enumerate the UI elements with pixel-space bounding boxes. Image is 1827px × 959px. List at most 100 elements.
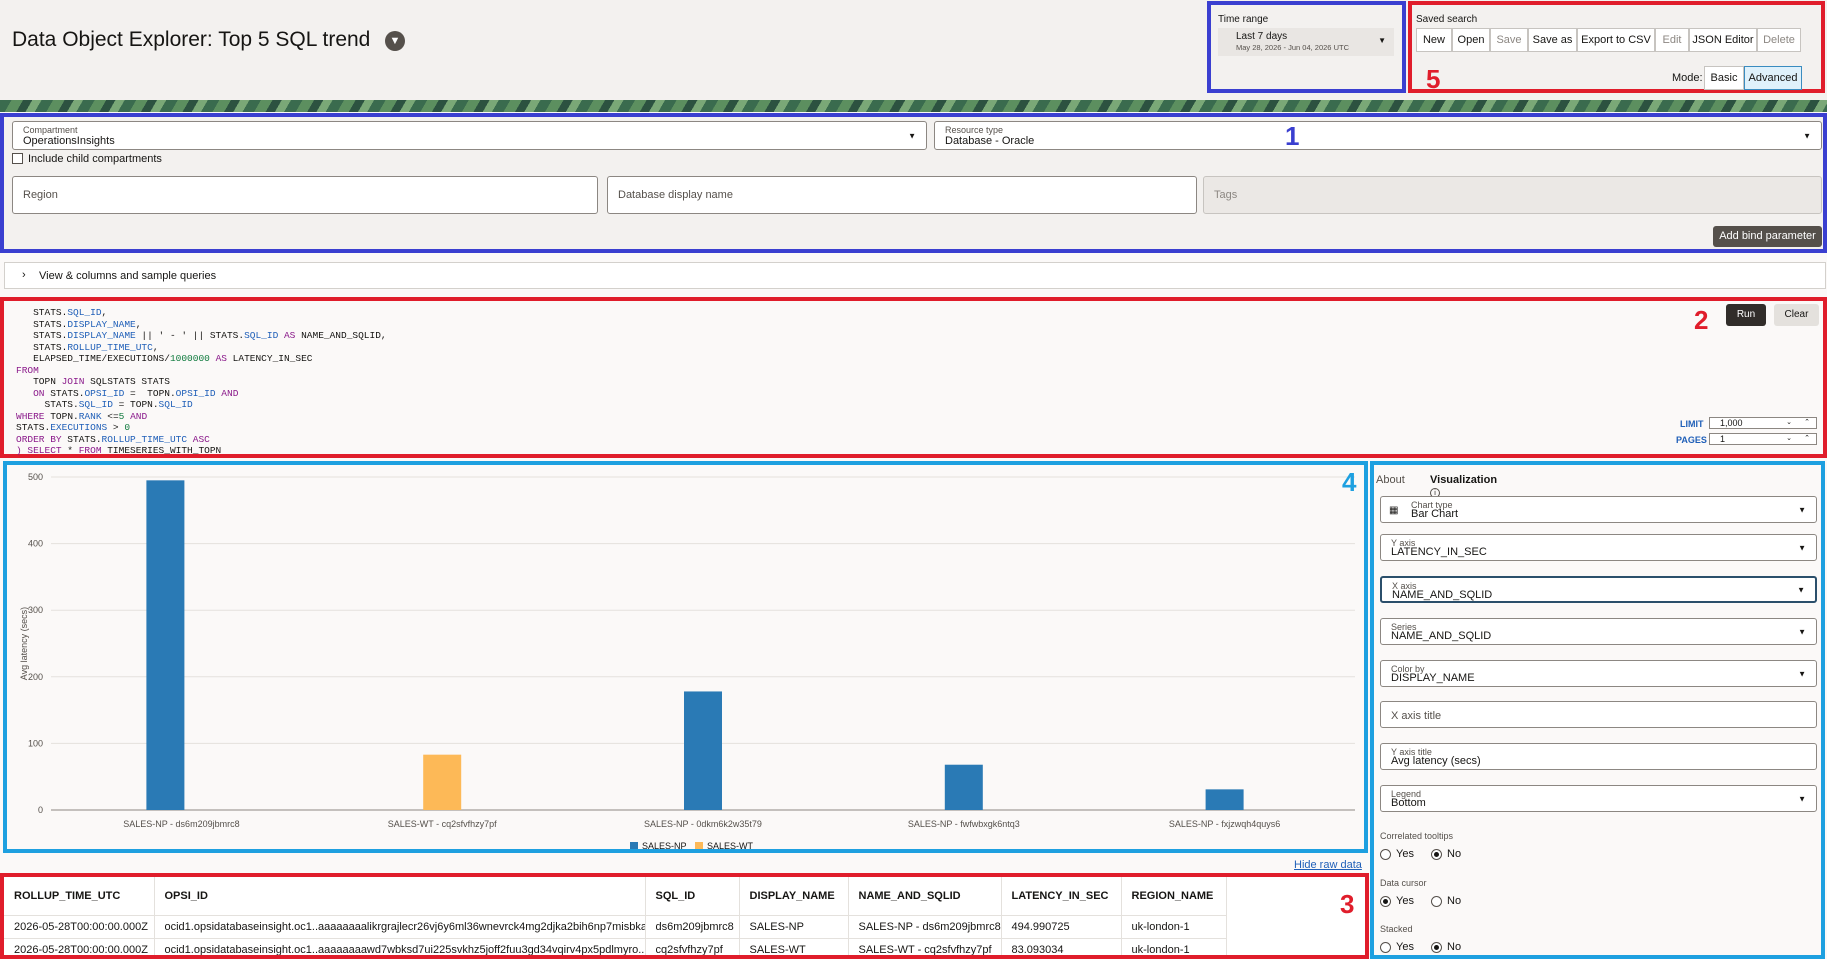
- yes-label: Yes: [1396, 895, 1414, 907]
- y-axis-title-input[interactable]: Y axis title Avg latency (secs): [1380, 743, 1817, 770]
- legend-select[interactable]: Legend Bottom ▼: [1380, 785, 1817, 812]
- y-tick-label: 0: [38, 805, 43, 815]
- raw-data-table: ROLLUP_TIME_UTC OPSI_ID SQL_ID DISPLAY_NAME…: [4, 877, 1227, 955]
- stacked-no-radio[interactable]: [1431, 941, 1443, 953]
- time-range-select[interactable]: Last 7 days May 28, 2026 - Jun 04, 2026 …: [1218, 28, 1394, 56]
- annotation-3: 3: [1340, 889, 1355, 919]
- column-header[interactable]: DISPLAY_NAME: [739, 877, 849, 915]
- x-axis-select[interactable]: X axis NAME_AND_SQLID ▼: [1380, 576, 1817, 603]
- pages-input[interactable]: 1 ⌄ ⌃: [1709, 433, 1817, 445]
- column-header[interactable]: NAME_AND_SQLID: [848, 877, 1002, 915]
- database-name-input[interactable]: Database display name: [607, 176, 1197, 214]
- stacked-radio: Yes No: [1380, 941, 1461, 953]
- time-range-value: Last 7 days: [1236, 31, 1288, 42]
- column-header[interactable]: ROLLUP_TIME_UTC: [4, 877, 155, 915]
- table-cell: SALES-NP - ds6m209jbmrc8: [848, 914, 1002, 938]
- bar[interactable]: [146, 480, 185, 810]
- save-button[interactable]: Save: [1490, 28, 1528, 52]
- edit-button[interactable]: Edit: [1655, 28, 1689, 52]
- sql-query-editor[interactable]: STATS.SQL_ID, STATS.DISPLAY_NAME, STATS.…: [16, 307, 387, 457]
- add-bind-parameter-button[interactable]: Add bind parameter: [1713, 226, 1822, 247]
- no-label: No: [1447, 941, 1462, 953]
- x-tick-label: SALES-NP - 0dkm6k2w35t79: [644, 819, 762, 829]
- delete-button[interactable]: Delete: [1757, 28, 1801, 52]
- limit-label: LIMIT: [1680, 419, 1704, 429]
- clear-button[interactable]: Clear: [1774, 304, 1819, 326]
- annotation-1: 1: [1285, 121, 1300, 151]
- chevron-up-icon[interactable]: ⌃: [1804, 418, 1810, 428]
- x-axis-title-placeholder: X axis title: [1391, 710, 1442, 722]
- export-csv-button[interactable]: Export to CSV: [1577, 28, 1655, 52]
- table-cell: SALES-WT: [739, 937, 849, 955]
- bar[interactable]: [684, 691, 722, 810]
- bar[interactable]: [1205, 789, 1244, 810]
- y-axis-select[interactable]: Y axis LATENCY_IN_SEC ▼: [1380, 534, 1817, 561]
- stacked-yes-radio[interactable]: [1380, 941, 1391, 953]
- table-cell: cq2sfvfhzy7pf: [645, 937, 740, 955]
- color-by-select[interactable]: Color by DISPLAY_NAME ▼: [1380, 660, 1817, 687]
- chevron-down-icon: ▼: [908, 131, 916, 140]
- table-cell: 2026-05-28T00:00:00.000Z: [4, 914, 155, 938]
- filter-icon[interactable]: ▼: [385, 31, 405, 51]
- bar-chart[interactable]: 0 100 200 300 400 500 Avg latency (secs) SALES-…: [7, 465, 1364, 849]
- data-cursor-label: Data cursor: [1380, 878, 1427, 888]
- resource-type-value: Database - Oracle: [945, 135, 1035, 147]
- chevron-down-icon[interactable]: ⌄: [1786, 418, 1792, 428]
- correlated-no-radio[interactable]: [1431, 848, 1443, 860]
- no-label: No: [1447, 895, 1462, 907]
- new-button[interactable]: New: [1416, 28, 1452, 52]
- mode-advanced-button[interactable]: Advanced: [1744, 66, 1802, 90]
- chevron-up-icon[interactable]: ⌃: [1804, 434, 1810, 444]
- json-editor-button[interactable]: JSON Editor: [1689, 28, 1757, 52]
- query-editor-panel: STATS.SQL_ID, STATS.DISPLAY_NAME, STATS.…: [0, 297, 1827, 458]
- bar[interactable]: [944, 764, 983, 810]
- x-tick-label: SALES-NP - fxjzwqh4quys6: [1169, 819, 1280, 829]
- color-by-value: DISPLAY_NAME: [1391, 672, 1475, 684]
- table-header-row: ROLLUP_TIME_UTC OPSI_ID SQL_ID DISPLAY_NAME…: [4, 877, 1227, 915]
- x-tick-label: SALES-NP - fwfwbxgk6ntq3: [908, 819, 1020, 829]
- run-button[interactable]: Run: [1726, 304, 1766, 326]
- table-cell: 494.990725: [1001, 914, 1122, 938]
- y-axis-title-value: Avg latency (secs): [1391, 755, 1481, 767]
- chevron-down-icon: ▼: [1798, 543, 1806, 552]
- save-as-button[interactable]: Save as: [1528, 28, 1577, 52]
- limit-input[interactable]: 1,000 ⌄ ⌃: [1709, 417, 1817, 429]
- column-header[interactable]: LATENCY_IN_SEC: [1001, 877, 1122, 915]
- x-axis-title-input[interactable]: X axis title: [1380, 701, 1817, 728]
- y-tick-label: 300: [28, 605, 43, 615]
- include-child-label: Include child compartments: [28, 153, 162, 165]
- include-child-checkbox[interactable]: [12, 153, 23, 164]
- column-header[interactable]: SQL_ID: [645, 877, 740, 915]
- view-columns-label: View & columns and sample queries: [39, 270, 217, 282]
- series-value: NAME_AND_SQLID: [1391, 630, 1492, 642]
- series-select[interactable]: Series NAME_AND_SQLID ▼: [1380, 618, 1817, 645]
- bar[interactable]: [423, 754, 462, 810]
- resource-type-select[interactable]: Resource type Database - Oracle ▼: [934, 121, 1822, 150]
- mode-label: Mode:: [1672, 72, 1703, 84]
- compartment-select[interactable]: Compartment OperationsInsights ▼: [12, 121, 927, 150]
- tab-about[interactable]: About: [1376, 474, 1405, 486]
- column-header[interactable]: REGION_NAME: [1121, 877, 1227, 915]
- no-label: No: [1447, 848, 1462, 860]
- data-cursor-no-radio[interactable]: [1431, 895, 1443, 907]
- raw-data-panel: ROLLUP_TIME_UTC OPSI_ID SQL_ID DISPLAY_NAME…: [0, 873, 1369, 959]
- chevron-down-icon[interactable]: ⌄: [1786, 434, 1792, 444]
- table-row[interactable]: 2026-05-28T00:00:00.000Z ocid1.opsidataba…: [4, 914, 1227, 938]
- data-cursor-yes-radio[interactable]: [1380, 895, 1391, 907]
- table-cell: ocid1.opsidatabaseinsight.oc1..aaaaaaaal…: [154, 914, 646, 938]
- table-cell: SALES-NP: [739, 914, 849, 938]
- table-row[interactable]: 2026-05-28T00:00:00.000Z ocid1.opsidataba…: [4, 937, 1227, 955]
- correlated-yes-radio[interactable]: [1380, 848, 1391, 860]
- column-header[interactable]: OPSI_ID: [154, 877, 646, 915]
- x-axis-value: NAME_AND_SQLID: [1392, 589, 1493, 601]
- open-button[interactable]: Open: [1452, 28, 1490, 52]
- chart-type-select[interactable]: ▦ Chart type Bar Chart ▼: [1380, 496, 1817, 523]
- tags-input[interactable]: Tags: [1203, 176, 1822, 214]
- stacked-label: Stacked: [1380, 924, 1413, 934]
- mode-basic-button[interactable]: Basic: [1704, 66, 1744, 90]
- hide-raw-data-link[interactable]: Hide raw data: [1294, 859, 1362, 871]
- view-columns-toggle[interactable]: › View & columns and sample queries: [4, 262, 1826, 289]
- region-input[interactable]: Region: [12, 176, 598, 214]
- pages-value: 1: [1720, 434, 1726, 444]
- page-title: Data Object Explorer: Top 5 SQL trend: [12, 28, 371, 51]
